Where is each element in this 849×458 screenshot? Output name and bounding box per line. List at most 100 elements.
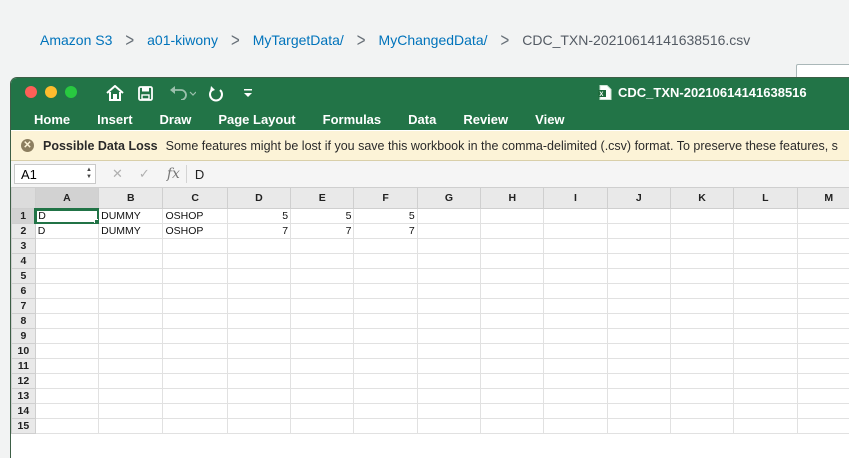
row-header-8[interactable]: 8 (12, 314, 36, 329)
cell-e9[interactable] (291, 329, 354, 344)
cell-k8[interactable] (670, 314, 733, 329)
cell-h15[interactable] (481, 419, 544, 434)
cell-l6[interactable] (734, 284, 797, 299)
cell-m4[interactable] (797, 254, 849, 269)
cell-c6[interactable] (163, 284, 227, 299)
column-header-i[interactable]: I (544, 188, 607, 209)
insert-function-icon[interactable]: fx (167, 166, 180, 182)
cell-l10[interactable] (734, 344, 797, 359)
cell-h2[interactable] (481, 224, 544, 239)
cell-i13[interactable] (544, 389, 607, 404)
cell-i7[interactable] (544, 299, 607, 314)
name-box[interactable]: A1 ▲▼ (14, 164, 96, 184)
cell-e11[interactable] (291, 359, 354, 374)
cell-k2[interactable] (670, 224, 733, 239)
cell-m7[interactable] (797, 299, 849, 314)
cell-g14[interactable] (417, 404, 480, 419)
cell-c10[interactable] (163, 344, 227, 359)
cell-e12[interactable] (291, 374, 354, 389)
cell-f6[interactable] (354, 284, 417, 299)
cell-m8[interactable] (797, 314, 849, 329)
cell-j6[interactable] (607, 284, 670, 299)
cell-f15[interactable] (354, 419, 417, 434)
cell-e13[interactable] (291, 389, 354, 404)
cell-f5[interactable] (354, 269, 417, 284)
row-header-5[interactable]: 5 (12, 269, 36, 284)
cell-g12[interactable] (417, 374, 480, 389)
cell-l5[interactable] (734, 269, 797, 284)
cell-g3[interactable] (417, 239, 480, 254)
cell-d13[interactable] (227, 389, 290, 404)
cell-g9[interactable] (417, 329, 480, 344)
cell-i5[interactable] (544, 269, 607, 284)
cell-m2[interactable] (797, 224, 849, 239)
cell-i3[interactable] (544, 239, 607, 254)
cell-j8[interactable] (607, 314, 670, 329)
cell-l15[interactable] (734, 419, 797, 434)
cell-b3[interactable] (99, 239, 163, 254)
column-header-d[interactable]: D (227, 188, 290, 209)
close-window-button[interactable] (25, 86, 37, 98)
cell-a11[interactable] (35, 359, 98, 374)
cell-a14[interactable] (35, 404, 98, 419)
cell-m14[interactable] (797, 404, 849, 419)
cell-d2[interactable]: 7 (227, 224, 290, 239)
cell-f8[interactable] (354, 314, 417, 329)
cell-i1[interactable] (544, 209, 607, 224)
cell-c3[interactable] (163, 239, 227, 254)
cell-b5[interactable] (99, 269, 163, 284)
cell-e5[interactable] (291, 269, 354, 284)
breadcrumb-link-bucket[interactable]: a01-kiwony (147, 32, 218, 48)
cell-k4[interactable] (670, 254, 733, 269)
cell-j15[interactable] (607, 419, 670, 434)
cell-c5[interactable] (163, 269, 227, 284)
cell-l3[interactable] (734, 239, 797, 254)
cell-j12[interactable] (607, 374, 670, 389)
home-icon[interactable] (105, 83, 125, 103)
cell-b10[interactable] (99, 344, 163, 359)
select-all-corner[interactable] (12, 188, 36, 209)
cell-c2[interactable]: OSHOP (163, 224, 227, 239)
breadcrumb-link-amazon-s3[interactable]: Amazon S3 (40, 32, 112, 48)
cell-g15[interactable] (417, 419, 480, 434)
row-header-6[interactable]: 6 (12, 284, 36, 299)
cell-k11[interactable] (670, 359, 733, 374)
cell-f3[interactable] (354, 239, 417, 254)
row-header-10[interactable]: 10 (12, 344, 36, 359)
cell-d14[interactable] (227, 404, 290, 419)
tab-formulas[interactable]: Formulas (323, 112, 382, 127)
cell-l13[interactable] (734, 389, 797, 404)
cell-e8[interactable] (291, 314, 354, 329)
breadcrumb-link-folder[interactable]: MyTargetData/ (253, 32, 344, 48)
cell-a3[interactable] (35, 239, 98, 254)
cell-k13[interactable] (670, 389, 733, 404)
row-header-4[interactable]: 4 (12, 254, 36, 269)
cell-c8[interactable] (163, 314, 227, 329)
cell-m9[interactable] (797, 329, 849, 344)
column-header-l[interactable]: L (734, 188, 797, 209)
cell-b1[interactable]: DUMMY (99, 209, 163, 224)
cell-k6[interactable] (670, 284, 733, 299)
column-header-a[interactable]: A (35, 188, 98, 209)
cell-j9[interactable] (607, 329, 670, 344)
cell-d3[interactable] (227, 239, 290, 254)
cell-h1[interactable] (481, 209, 544, 224)
confirm-formula-icon[interactable]: ✓ (139, 166, 150, 182)
cell-a2[interactable]: D (35, 224, 98, 239)
column-header-b[interactable]: B (99, 188, 163, 209)
cell-k7[interactable] (670, 299, 733, 314)
cell-j5[interactable] (607, 269, 670, 284)
cell-k15[interactable] (670, 419, 733, 434)
customize-toolbar-icon[interactable] (242, 83, 254, 103)
cell-k1[interactable] (670, 209, 733, 224)
cell-d9[interactable] (227, 329, 290, 344)
cell-l8[interactable] (734, 314, 797, 329)
cell-b13[interactable] (99, 389, 163, 404)
cell-d8[interactable] (227, 314, 290, 329)
cell-d4[interactable] (227, 254, 290, 269)
column-header-m[interactable]: M (797, 188, 849, 209)
cell-e10[interactable] (291, 344, 354, 359)
cell-f9[interactable] (354, 329, 417, 344)
tab-review[interactable]: Review (463, 112, 508, 127)
cell-a15[interactable] (35, 419, 98, 434)
